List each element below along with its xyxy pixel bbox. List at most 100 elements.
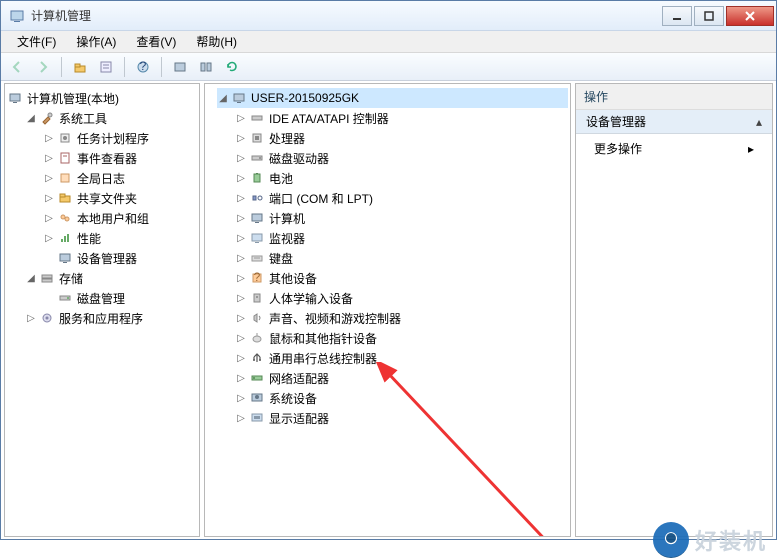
device-category[interactable]: ▷监视器 [235, 228, 568, 248]
expand-icon[interactable]: ▷ [235, 412, 247, 424]
toolbar-forward-button [31, 56, 55, 78]
toolbar-properties-button[interactable] [94, 56, 118, 78]
device-category[interactable]: ▷ 端口 (COM 和 LPT) [235, 188, 568, 208]
watermark: 好装机 [653, 522, 767, 558]
device-category[interactable]: ▷ 鼠标和其他指针设备 [235, 328, 568, 348]
expand-icon[interactable]: ▷ [43, 212, 55, 224]
window-buttons [660, 6, 774, 26]
collapse-icon[interactable]: ◢ [217, 92, 229, 104]
device-icon [249, 210, 265, 226]
item-icon [57, 210, 73, 226]
left-tree-panel: 计算机管理(本地) ◢ 系统工具 ▷任务计划程序▷事件查看器▷全局日志▷共享文件… [4, 83, 200, 537]
device-icon [249, 130, 265, 146]
device-category[interactable]: ▷ 计算机 [235, 208, 568, 228]
collapse-icon[interactable]: ◢ [25, 272, 37, 284]
device-icon [249, 250, 265, 266]
disk-icon [57, 290, 73, 306]
tree-item[interactable]: ▷全局日志 [43, 168, 197, 188]
device-label: 端口 (COM 和 LPT) [269, 190, 373, 207]
expand-icon[interactable]: ▷ [235, 232, 247, 244]
device-icon [249, 390, 265, 406]
device-root-label: USER-20150925GK [251, 91, 359, 105]
menubar: 文件(F) 操作(A) 查看(V) 帮助(H) [1, 31, 776, 53]
device-label: 鼠标和其他指针设备 [269, 330, 377, 347]
maximize-button[interactable] [694, 6, 724, 26]
expand-icon[interactable]: ▷ [235, 112, 247, 124]
tree-item[interactable]: ▷ 共享文件夹 [43, 188, 197, 208]
toolbar-separator [61, 57, 62, 77]
device-category[interactable]: ▷磁盘驱动器 [235, 148, 568, 168]
tree-item[interactable]: ▷磁盘管理 [43, 288, 197, 308]
toolbar-view2-button[interactable] [194, 56, 218, 78]
device-category[interactable]: ▷?其他设备 [235, 268, 568, 288]
device-category[interactable]: ▷声音、视频和游戏控制器 [235, 308, 568, 328]
device-category[interactable]: ▷网络适配器 [235, 368, 568, 388]
expand-icon[interactable]: ▷ [235, 212, 247, 224]
device-category[interactable]: ▷键盘 [235, 248, 568, 268]
action-more-actions[interactable]: 更多操作 ▸ [576, 134, 772, 163]
device-category[interactable]: ▷通用串行总线控制器 [235, 348, 568, 368]
watermark-logo-icon [653, 522, 689, 558]
tree-label: 性能 [77, 230, 101, 247]
device-category[interactable]: ▷电池 [235, 168, 568, 188]
expand-icon[interactable]: ▷ [235, 292, 247, 304]
expand-icon[interactable]: ▷ [235, 332, 247, 344]
tree-services[interactable]: ▷ 服务和应用程序 [25, 308, 197, 328]
expand-icon[interactable]: ▷ [235, 352, 247, 364]
expand-icon[interactable]: ▷ [235, 192, 247, 204]
tree-item[interactable]: ▷ 任务计划程序 [43, 128, 197, 148]
svg-text:?: ? [140, 60, 147, 73]
minimize-button[interactable] [662, 6, 692, 26]
tree-label: 事件查看器 [77, 150, 137, 167]
expand-icon[interactable]: ▷ [235, 152, 247, 164]
toolbar-separator [161, 57, 162, 77]
device-root[interactable]: ◢ USER-20150925GK [217, 88, 568, 108]
toolbar-help-button[interactable]: ? [131, 56, 155, 78]
tree-system-tools[interactable]: ◢ 系统工具 [25, 108, 197, 128]
tree-label: 任务计划程序 [77, 130, 149, 147]
actions-section-device-manager[interactable]: 设备管理器 ▴ [576, 110, 772, 134]
expand-icon[interactable]: ▷ [43, 192, 55, 204]
toolbar-refresh-button[interactable] [220, 56, 244, 78]
actions-header: 操作 [576, 84, 772, 110]
expand-icon[interactable]: ▷ [25, 312, 37, 324]
device-label: 计算机 [269, 210, 305, 227]
tree-label: 服务和应用程序 [59, 310, 143, 327]
toolbar-view1-button[interactable] [168, 56, 192, 78]
expand-icon[interactable]: ▷ [43, 172, 55, 184]
device-category[interactable]: ▷处理器 [235, 128, 568, 148]
tree-root-computer-management[interactable]: 计算机管理(本地) [7, 88, 197, 108]
expand-icon[interactable]: ▷ [43, 132, 55, 144]
menu-action[interactable]: 操作(A) [66, 31, 126, 52]
tree-item[interactable]: ▷ 本地用户和组 [43, 208, 197, 228]
tree-label: 共享文件夹 [77, 190, 137, 207]
expand-icon[interactable]: ▷ [235, 172, 247, 184]
expand-icon[interactable]: ▷ [235, 272, 247, 284]
device-label: IDE ATA/ATAPI 控制器 [269, 110, 389, 127]
menu-view[interactable]: 查看(V) [126, 31, 186, 52]
item-icon [57, 190, 73, 206]
close-button[interactable] [726, 6, 774, 26]
device-category[interactable]: ▷系统设备 [235, 388, 568, 408]
toolbar-up-button[interactable] [68, 56, 92, 78]
tree-item[interactable]: 设备管理器 [43, 248, 197, 268]
device-category[interactable]: ▷人体学输入设备 [235, 288, 568, 308]
device-icon: ? [249, 270, 265, 286]
device-icon [249, 350, 265, 366]
tree-item[interactable]: ▷ 性能 [43, 228, 197, 248]
device-category[interactable]: ▷显示适配器 [235, 408, 568, 428]
tree-storage[interactable]: ◢ 存储 [25, 268, 197, 288]
expand-icon[interactable]: ▷ [235, 312, 247, 324]
menu-file[interactable]: 文件(F) [7, 31, 66, 52]
expand-icon[interactable]: ▷ [235, 372, 247, 384]
menu-help[interactable]: 帮助(H) [186, 31, 247, 52]
expand-icon[interactable]: ▷ [43, 232, 55, 244]
tree-item[interactable]: ▷ 事件查看器 [43, 148, 197, 168]
collapse-icon[interactable]: ◢ [25, 112, 37, 124]
expand-icon[interactable]: ▷ [43, 152, 55, 164]
expand-icon[interactable]: ▷ [235, 392, 247, 404]
expand-icon[interactable]: ▷ [235, 132, 247, 144]
expand-icon[interactable]: ▷ [235, 252, 247, 264]
tree-label: 本地用户和组 [77, 210, 149, 227]
device-category[interactable]: ▷ IDE ATA/ATAPI 控制器 [235, 108, 568, 128]
